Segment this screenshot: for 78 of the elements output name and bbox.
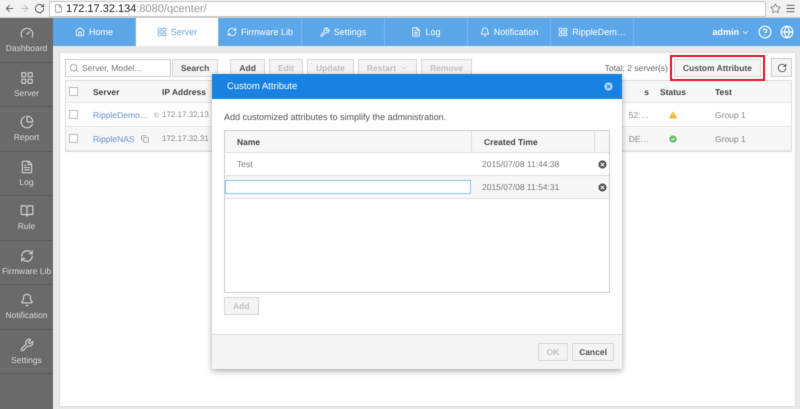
forward-icon[interactable] (19, 3, 30, 14)
nav-tab[interactable]: Settings (302, 18, 385, 46)
gauge-icon (20, 26, 34, 40)
column-header: Test (714, 86, 733, 96)
book-icon (20, 204, 34, 218)
sidebar-item[interactable]: Rule (0, 196, 53, 240)
refresh-icon (226, 27, 237, 37)
delete-icon[interactable] (596, 182, 608, 192)
close-icon[interactable] (603, 81, 614, 92)
refresh-button[interactable] (771, 58, 792, 77)
refresh-icon (776, 62, 786, 72)
nav-tab[interactable]: RippleDem… (551, 18, 634, 46)
column-header: IP Address (161, 86, 207, 96)
total-count: Total: 2 server(s) (604, 62, 668, 72)
table-cell-text: 172.17.32.31 (161, 134, 210, 143)
home-icon (74, 27, 85, 37)
column-header: Name (237, 136, 260, 146)
sidebar-item[interactable]: Notification (0, 285, 53, 330)
refresh-icon (20, 248, 34, 263)
nav-tab[interactable]: Firmware Lib (219, 18, 302, 46)
nav-tab[interactable]: Notification (468, 18, 551, 46)
help-icon[interactable] (758, 25, 772, 39)
bell-icon (20, 293, 34, 308)
pie-icon (20, 115, 34, 130)
nav-tab[interactable]: Log (385, 18, 468, 46)
tools-icon (20, 338, 34, 352)
log-icon (411, 27, 422, 37)
menu-icon[interactable] (785, 3, 796, 14)
search-button[interactable]: Search (172, 58, 218, 76)
dialog-description: Add customized attributes to simplify the administration. (224, 112, 448, 122)
log-icon (20, 160, 34, 174)
name-input-field[interactable] (225, 180, 471, 194)
grid-icon (558, 27, 568, 37)
sidebar-item[interactable]: Settings (0, 330, 53, 374)
table-cell-text: Test (236, 159, 254, 169)
dialog-title: Custom Attribute (227, 81, 298, 92)
delete-icon[interactable] (596, 158, 608, 170)
sidebar-item[interactable]: Report (0, 107, 53, 152)
user-menu[interactable]: admin (712, 27, 750, 37)
nav-tab[interactable]: Server (136, 18, 219, 46)
cancel-button[interactable]: Cancel (572, 343, 614, 361)
page-icon (54, 4, 63, 13)
search-icon (69, 62, 79, 72)
sidebar-item[interactable]: Server (0, 62, 53, 107)
globe-icon[interactable] (780, 25, 794, 39)
table-cell-text: 52:… (628, 110, 650, 120)
url-text: 172.17.32.134:8080/qcenter/ (66, 2, 207, 14)
grid-icon (20, 70, 34, 85)
sidebar-item[interactable]: Firmware Lib (0, 240, 53, 285)
window-icon[interactable] (154, 110, 159, 118)
address-bar[interactable]: 172.17.32.134:8080/qcenter/ (49, 0, 766, 16)
table-cell-text: DE… (628, 134, 650, 144)
grid-icon (156, 27, 167, 37)
reload-icon[interactable] (34, 3, 45, 14)
check-circle-icon (668, 134, 678, 144)
star-icon[interactable] (770, 3, 781, 14)
checkbox[interactable] (69, 134, 78, 143)
warning-icon (668, 110, 678, 120)
table-cell-text: 172.17.32.13 (161, 110, 210, 119)
sidebar-item[interactable]: Log (0, 152, 53, 196)
column-header: Status (659, 86, 687, 96)
window-icon[interactable] (140, 134, 149, 142)
column-header: Created Time (484, 136, 538, 146)
custom-attribute-button[interactable]: Custom Attribute (674, 58, 761, 76)
column-header: Server (92, 86, 120, 96)
checkbox[interactable] (69, 87, 78, 96)
table-cell-text: Group 1 (714, 134, 747, 144)
table-cell-text: Group 1 (714, 110, 747, 120)
search-field[interactable]: Server, Model... (65, 58, 171, 76)
tools-icon (320, 27, 330, 37)
table-cell-text: 2015/07/08 11:54:31 (481, 182, 560, 192)
bell-icon (480, 27, 490, 37)
column-header: s (643, 86, 650, 96)
back-icon[interactable] (4, 3, 15, 14)
server-link[interactable]: RippleDemo… (93, 110, 148, 120)
server-link[interactable]: RippleNAS (93, 134, 135, 144)
checkbox[interactable] (69, 110, 78, 119)
table-cell-text: 2015/07/08 11:44:38 (481, 159, 560, 169)
